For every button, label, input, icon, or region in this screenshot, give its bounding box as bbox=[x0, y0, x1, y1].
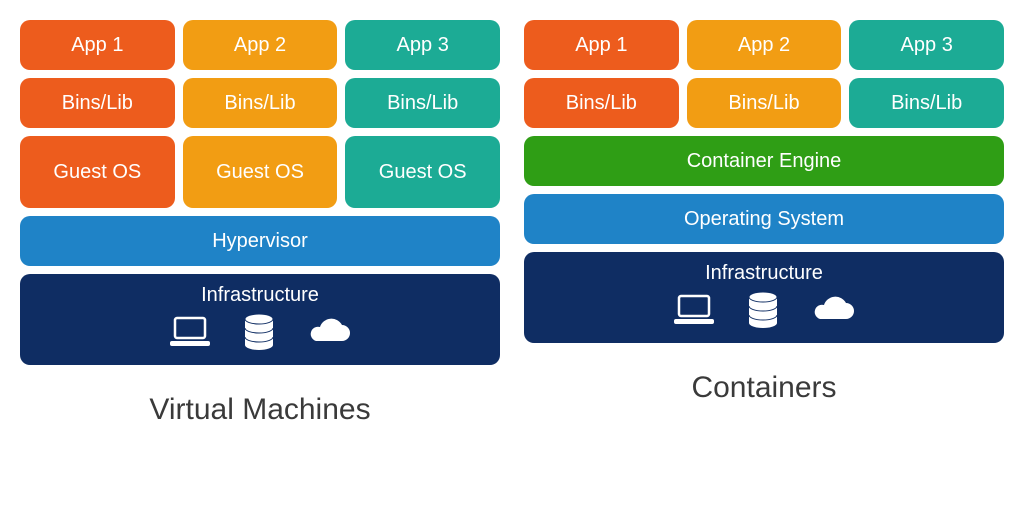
vm-bins-row: Bins/Lib Bins/Lib Bins/Lib bbox=[20, 78, 500, 128]
vm-infrastructure-label: Infrastructure bbox=[201, 284, 319, 307]
vm-app-3: App 3 bbox=[345, 20, 500, 70]
vm-bins-1: Bins/Lib bbox=[20, 78, 175, 128]
ct-os-layer: Operating System bbox=[524, 194, 1004, 244]
vm-column: Infrastructure Hypervisor Guest OS Guest… bbox=[20, 20, 500, 508]
vm-guestos-3: Guest OS bbox=[345, 136, 500, 208]
ct-app-3: App 3 bbox=[849, 20, 1004, 70]
vm-infrastructure-layer: Infrastructure bbox=[20, 274, 500, 365]
cloud-icon bbox=[306, 317, 352, 347]
vm-app-2: App 2 bbox=[183, 20, 338, 70]
ct-infra-icons bbox=[672, 291, 856, 329]
cloud-icon bbox=[810, 295, 856, 325]
ct-engine-layer: Container Engine bbox=[524, 136, 1004, 186]
ct-app-2: App 2 bbox=[687, 20, 842, 70]
vm-apps-row: App 1 App 2 App 3 bbox=[20, 20, 500, 70]
database-icon bbox=[242, 313, 276, 351]
ct-bins-3: Bins/Lib bbox=[849, 78, 1004, 128]
ct-infrastructure-label: Infrastructure bbox=[705, 262, 823, 285]
laptop-icon bbox=[672, 293, 716, 327]
vm-hypervisor-layer: Hypervisor bbox=[20, 216, 500, 266]
vm-bins-3: Bins/Lib bbox=[345, 78, 500, 128]
vm-caption: Virtual Machines bbox=[20, 393, 500, 427]
ct-infrastructure-layer: Infrastructure bbox=[524, 252, 1004, 343]
vm-guestos-1: Guest OS bbox=[20, 136, 175, 208]
vm-stack: Infrastructure Hypervisor Guest OS Guest… bbox=[20, 20, 500, 365]
vm-infra-icons bbox=[168, 313, 352, 351]
ct-caption: Containers bbox=[524, 371, 1004, 405]
vm-bins-2: Bins/Lib bbox=[183, 78, 338, 128]
database-icon bbox=[746, 291, 780, 329]
laptop-icon bbox=[168, 315, 212, 349]
vm-guestos-row: Guest OS Guest OS Guest OS bbox=[20, 136, 500, 208]
vm-guestos-2: Guest OS bbox=[183, 136, 338, 208]
ct-bins-2: Bins/Lib bbox=[687, 78, 842, 128]
ct-bins-1: Bins/Lib bbox=[524, 78, 679, 128]
ct-column: Infrastructure Operating System Containe… bbox=[524, 20, 1004, 508]
ct-stack: Infrastructure Operating System Containe… bbox=[524, 20, 1004, 343]
vm-app-1: App 1 bbox=[20, 20, 175, 70]
ct-apps-row: App 1 App 2 App 3 bbox=[524, 20, 1004, 70]
ct-app-1: App 1 bbox=[524, 20, 679, 70]
ct-bins-row: Bins/Lib Bins/Lib Bins/Lib bbox=[524, 78, 1004, 128]
